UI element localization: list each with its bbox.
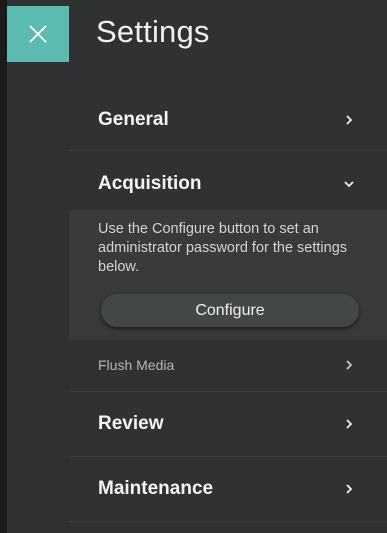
section-maintenance-label: Maintenance <box>98 478 214 499</box>
page-title: Settings <box>96 14 210 49</box>
close-button[interactable] <box>7 6 69 62</box>
chevron-right-icon <box>343 114 355 126</box>
divider <box>69 391 387 392</box>
acquisition-description: Use the Configure button to set an admin… <box>98 221 348 275</box>
chevron-right-icon <box>343 418 355 430</box>
section-review-label: Review <box>98 413 164 434</box>
chevron-right-icon <box>343 359 355 371</box>
acquisition-content: Use the Configure button to set an admin… <box>69 210 387 340</box>
setting-flush-media[interactable]: Flush Media <box>69 340 369 390</box>
configure-button[interactable]: Configure <box>101 294 359 327</box>
divider <box>69 456 387 457</box>
section-review[interactable]: Review <box>69 393 369 455</box>
chevron-down-icon <box>343 178 355 190</box>
settings-window: Settings General Acquisition Use the Con… <box>0 0 387 533</box>
section-maintenance[interactable]: Maintenance <box>69 458 369 520</box>
section-general-label: General <box>98 109 169 130</box>
divider <box>69 150 387 151</box>
section-acquisition-label: Acquisition <box>98 173 202 194</box>
chevron-right-icon <box>343 483 355 495</box>
section-general[interactable]: General <box>69 92 369 148</box>
settings-panel: Settings General Acquisition Use the Con… <box>69 0 387 533</box>
section-acquisition[interactable]: Acquisition <box>69 158 369 210</box>
left-rail <box>7 0 69 533</box>
divider <box>69 521 387 522</box>
setting-flush-media-label: Flush Media <box>98 357 175 373</box>
close-icon <box>29 25 47 43</box>
